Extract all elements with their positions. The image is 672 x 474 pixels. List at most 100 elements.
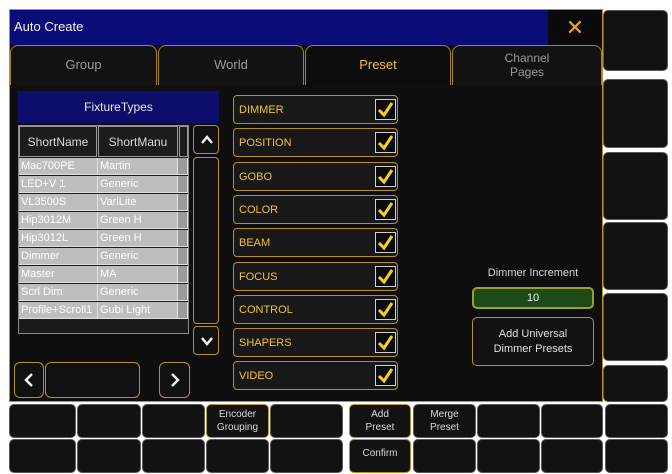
preset-type-position[interactable]: POSITION (233, 128, 398, 157)
add-preset-button[interactable]: Add Preset (349, 404, 411, 438)
encoder-grouping-button[interactable]: Encoder Grouping (206, 404, 269, 438)
merge-preset-label-1: Merge (430, 409, 459, 420)
preset-type-checkbox[interactable] (375, 166, 396, 187)
checkmark-icon (377, 335, 394, 351)
checkmark-icon (377, 169, 394, 185)
bottom-button-10[interactable] (605, 404, 668, 438)
cell-spacer (178, 194, 188, 211)
table-row[interactable]: Hip3012M Green H (19, 212, 188, 229)
preset-type-beam[interactable]: BEAM (233, 228, 398, 257)
table-row[interactable]: VL3500S VariLite (19, 194, 188, 211)
bottom-button-5[interactable] (270, 404, 343, 438)
cell-shortmanu: Generic (98, 176, 178, 193)
table-row[interactable]: Scrl Dim Generic (19, 284, 188, 301)
bottom-button-8[interactable] (477, 404, 540, 438)
cell-shortmanu: MA (98, 266, 178, 283)
side-button-1[interactable] (603, 10, 668, 71)
preset-type-checkbox[interactable] (375, 132, 396, 153)
bottom-button-15[interactable] (270, 439, 343, 473)
up-chevron-icon (201, 135, 213, 144)
tab-group[interactable]: Group (10, 45, 157, 85)
side-button-5[interactable] (603, 293, 668, 361)
tab-preset[interactable]: Preset (305, 45, 451, 85)
page-right-button[interactable] (159, 362, 190, 398)
bottom-button-3[interactable] (142, 404, 205, 438)
fixture-types-header: FixtureTypes (18, 91, 219, 123)
confirm-button[interactable]: Confirm (349, 439, 411, 473)
cell-shortname: Master (19, 266, 98, 283)
add-universal-dimmer-presets-button[interactable]: Add Universal Dimmer Presets (472, 317, 594, 366)
preset-type-video[interactable]: VIDEO (233, 361, 398, 390)
preset-type-gobo[interactable]: GOBO (233, 162, 398, 191)
preset-type-label: GOBO (239, 171, 273, 183)
add-preset-label-1: Add (371, 409, 389, 420)
bottom-button-13[interactable] (142, 439, 205, 473)
cell-shortname: Profile+Scroll1 (19, 302, 98, 319)
preset-type-checkbox[interactable] (375, 299, 396, 320)
preset-type-shapers[interactable]: SHAPERS (233, 328, 398, 357)
cell-spacer (178, 284, 188, 301)
checkmark-icon (377, 202, 394, 218)
title-bar: Auto Create ✕ (10, 10, 602, 45)
tab-channel-pages[interactable]: Channel Pages (452, 45, 602, 85)
preset-type-control[interactable]: CONTROL (233, 295, 398, 324)
bottom-button-20[interactable] (605, 439, 668, 473)
bottom-button-2[interactable] (77, 404, 141, 438)
preset-type-focus[interactable]: FOCUS (233, 262, 398, 291)
side-button-4[interactable] (603, 222, 668, 290)
cell-shortname: Hip3012L (19, 230, 98, 247)
bottom-button-18[interactable] (477, 439, 540, 473)
table-row[interactable]: Mac700PE Martin (19, 158, 188, 175)
table-row[interactable]: Hip3012L Green H (19, 230, 188, 247)
checkmark-icon (377, 235, 394, 251)
scroll-up-button[interactable] (193, 125, 219, 154)
left-chevron-icon (24, 373, 33, 387)
table-row[interactable]: Master MA (19, 266, 188, 283)
cell-shortname: Scrl Dim (19, 284, 98, 301)
cell-shortmanu: VariLite (98, 194, 178, 211)
bottom-button-11[interactable] (9, 439, 76, 473)
table-row[interactable]: LED+V 1 Generic (19, 176, 188, 193)
merge-preset-button[interactable]: Merge Preset (413, 404, 476, 438)
side-button-3[interactable] (603, 152, 668, 220)
scroll-track[interactable] (193, 157, 219, 324)
close-button[interactable]: ✕ (548, 10, 602, 45)
preset-type-checkbox[interactable] (375, 365, 396, 386)
preset-type-dimmer[interactable]: DIMMER (233, 95, 398, 124)
page-field[interactable] (45, 362, 140, 398)
column-header-shortmanu[interactable]: ShortManu (98, 126, 178, 157)
preset-type-label: FOCUS (239, 271, 278, 283)
bottom-button-12[interactable] (77, 439, 141, 473)
cell-shortname: VL3500S (19, 194, 98, 211)
cell-shortmanu: Green H (98, 212, 178, 229)
bottom-button-1[interactable] (9, 404, 76, 438)
column-header-shortname[interactable]: ShortName (19, 126, 97, 157)
page-left-button[interactable] (14, 362, 44, 398)
preset-type-checkbox[interactable] (375, 99, 396, 120)
bottom-button-17[interactable] (413, 439, 476, 473)
cell-spacer (178, 248, 188, 265)
auto-create-screen: Auto Create ✕ Group World Preset Channel… (0, 0, 672, 474)
side-button-2[interactable] (603, 79, 668, 148)
cell-spacer (178, 302, 188, 319)
scroll-down-button[interactable] (193, 326, 219, 355)
fixture-types-table[interactable]: ShortName ShortManu Mac700PE Martin LED+V … (18, 125, 189, 334)
confirm-label: Confirm (362, 448, 398, 459)
tab-world[interactable]: World (158, 45, 304, 85)
checkmark-icon (377, 269, 394, 285)
side-button-6[interactable] (603, 365, 668, 402)
tab-preset-label: Preset (359, 57, 397, 72)
table-row[interactable]: Dimmer Generic (19, 248, 188, 265)
preset-type-checkbox[interactable] (375, 332, 396, 353)
dimmer-increment-field[interactable]: 10 (472, 287, 594, 309)
tab-group-label: Group (65, 57, 102, 72)
preset-type-checkbox[interactable] (375, 232, 396, 253)
preset-type-checkbox[interactable] (375, 266, 396, 287)
table-row[interactable]: Profile+Scroll1 Gubi Light (19, 302, 188, 319)
bottom-button-9[interactable] (541, 404, 603, 438)
preset-type-color[interactable]: COLOR (233, 195, 398, 224)
bottom-button-19[interactable] (541, 439, 603, 473)
preset-type-label: SHAPERS (239, 337, 292, 349)
preset-type-checkbox[interactable] (375, 199, 396, 220)
bottom-button-14[interactable] (206, 439, 269, 473)
